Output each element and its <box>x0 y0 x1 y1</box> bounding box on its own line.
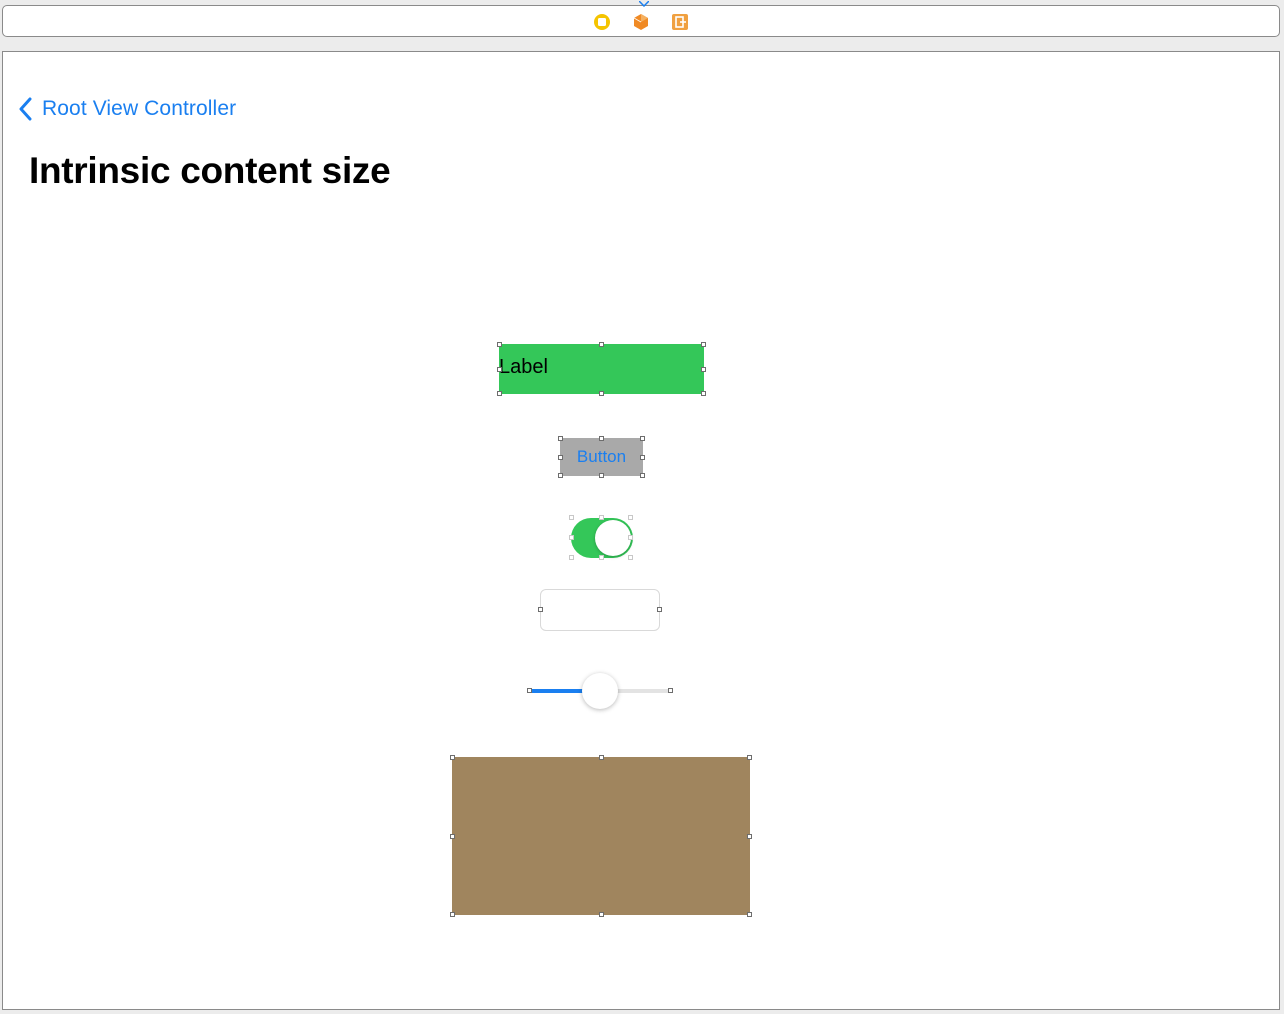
resize-handle[interactable] <box>747 834 752 839</box>
switch-knob <box>595 520 631 556</box>
switch-view[interactable] <box>569 515 633 560</box>
label-text: Label <box>499 356 548 378</box>
custom-view[interactable] <box>450 755 752 917</box>
page-title: Intrinsic content size <box>29 150 391 191</box>
resize-handle[interactable] <box>497 391 502 396</box>
resize-handle[interactable] <box>628 535 633 540</box>
chevron-left-icon <box>19 97 32 121</box>
resize-handle[interactable] <box>558 436 563 441</box>
resize-handle[interactable] <box>640 436 645 441</box>
label-view[interactable]: Label <box>497 342 706 396</box>
resize-handle[interactable] <box>599 515 604 520</box>
resize-handle[interactable] <box>599 555 604 560</box>
view-controller-icon[interactable] <box>593 13 611 31</box>
resize-handle[interactable] <box>701 367 706 372</box>
slider-thumb[interactable] <box>582 673 618 709</box>
resize-handle[interactable] <box>569 515 574 520</box>
resize-handle[interactable] <box>599 912 604 917</box>
scene-dock <box>2 1 1280 37</box>
scene-dock-notch-icon <box>639 1 649 7</box>
exit-icon[interactable] <box>671 13 689 31</box>
button-view[interactable]: Button <box>558 436 645 478</box>
resize-handle[interactable] <box>657 607 662 612</box>
resize-handle[interactable] <box>747 755 752 760</box>
resize-handle[interactable] <box>701 342 706 347</box>
resize-handle[interactable] <box>538 607 543 612</box>
resize-handle[interactable] <box>527 688 532 693</box>
text-field[interactable] <box>538 589 662 631</box>
resize-handle[interactable] <box>640 455 645 460</box>
resize-handle[interactable] <box>599 473 604 478</box>
resize-handle[interactable] <box>599 755 604 760</box>
back-button-label: Root View Controller <box>42 97 237 120</box>
resize-handle[interactable] <box>599 436 604 441</box>
storyboard-scene: Root View Controller Intrinsic content s… <box>2 51 1280 1010</box>
slider-view[interactable] <box>527 673 673 709</box>
resize-handle[interactable] <box>569 555 574 560</box>
resize-handle[interactable] <box>668 688 673 693</box>
resize-handle[interactable] <box>599 342 604 347</box>
resize-handle[interactable] <box>497 342 502 347</box>
back-button[interactable]: Root View Controller <box>18 94 236 124</box>
first-responder-icon[interactable] <box>632 13 650 31</box>
resize-handle[interactable] <box>558 473 563 478</box>
resize-handle[interactable] <box>497 367 502 372</box>
resize-handle[interactable] <box>569 535 574 540</box>
resize-handle[interactable] <box>558 455 563 460</box>
resize-handle[interactable] <box>450 834 455 839</box>
resize-handle[interactable] <box>628 515 633 520</box>
resize-handle[interactable] <box>701 391 706 396</box>
resize-handle[interactable] <box>640 473 645 478</box>
resize-handle[interactable] <box>599 391 604 396</box>
resize-handle[interactable] <box>747 912 752 917</box>
resize-handle[interactable] <box>450 755 455 760</box>
resize-handle[interactable] <box>450 912 455 917</box>
resize-handle[interactable] <box>628 555 633 560</box>
button-title: Button <box>576 447 627 466</box>
